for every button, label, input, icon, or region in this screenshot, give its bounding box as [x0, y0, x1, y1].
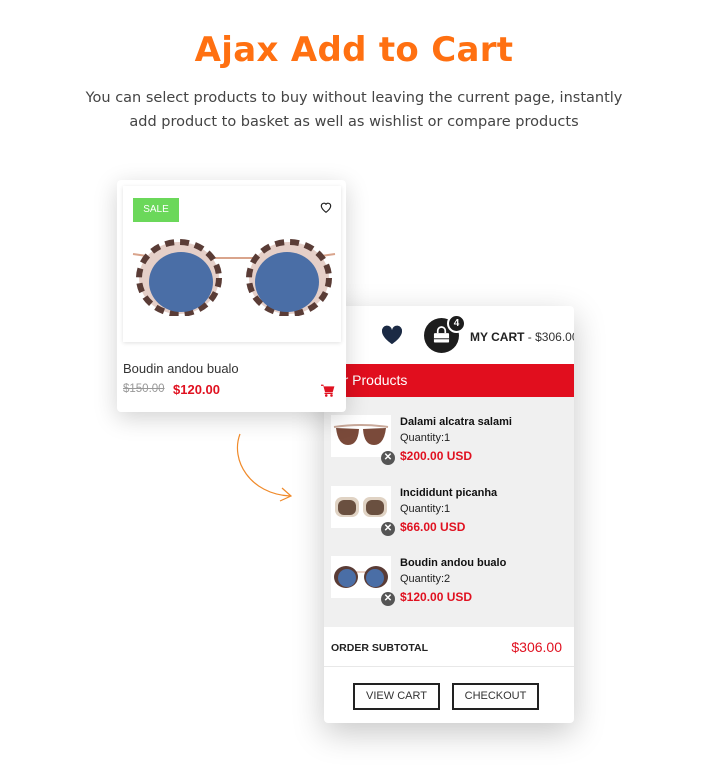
cart-item: ✕ Incididunt picanha Quantity:1 $66.00 U…: [324, 468, 574, 536]
view-cart-button[interactable]: VIEW CART: [353, 683, 440, 710]
remove-item-button[interactable]: ✕: [381, 451, 395, 465]
my-cart-amount: - $306.00: [527, 330, 574, 344]
cart-item-thumbnail[interactable]: [331, 415, 391, 457]
cart-item-name[interactable]: Incididunt picanha: [400, 487, 497, 499]
cart-item-quantity: Quantity:1: [400, 503, 451, 515]
cart-item: ✕ Dalami alcatra salami Quantity:1 $200.…: [324, 397, 574, 465]
hero-title: Ajax Add to Cart: [194, 30, 514, 70]
shopping-bag-icon: [433, 326, 450, 343]
sunglasses-image: [132, 239, 336, 316]
sale-price: $120.00: [173, 382, 220, 397]
heart-outline-icon[interactable]: [319, 200, 333, 214]
cart-icon[interactable]: [321, 384, 335, 397]
cart-item-price: $200.00 USD: [400, 449, 473, 463]
my-cart-summary[interactable]: MY CART - $306.00: [470, 330, 574, 344]
cart-section-title: Your Products: [324, 364, 574, 397]
cart-item-thumbnail[interactable]: [331, 556, 391, 598]
wishlist-heart-icon[interactable]: [381, 325, 403, 345]
product-card[interactable]: SALE Boudin andou bualo $150.00 $120.00: [117, 180, 346, 412]
remove-item-button[interactable]: ✕: [381, 522, 395, 536]
sale-badge: SALE: [133, 198, 179, 222]
sunglasses-image: [335, 497, 387, 517]
hero-subtitle-line-2: add product to basket as well as wishlis…: [129, 114, 579, 130]
cart-item: ✕ Boudin andou bualo Quantity:2 $120.00 …: [324, 538, 574, 606]
remove-item-button[interactable]: ✕: [381, 592, 395, 606]
old-price: $150.00: [123, 383, 165, 395]
cart-item-name[interactable]: Boudin andou bualo: [400, 557, 506, 569]
cart-item-price: $66.00 USD: [400, 520, 466, 534]
product-name[interactable]: Boudin andou bualo: [123, 361, 239, 376]
product-image-box[interactable]: SALE: [123, 186, 341, 342]
curved-arrow-icon: [236, 433, 293, 502]
my-cart-label: MY CART: [470, 330, 525, 344]
subtotal-value: $306.00: [511, 639, 562, 655]
cart-count-badge: 4: [447, 314, 466, 333]
cart-item-price: $120.00 USD: [400, 590, 473, 604]
cart-item-name[interactable]: Dalami alcatra salami: [400, 416, 512, 428]
hero-subtitle: You can select products to buy without l…: [80, 86, 628, 134]
subtotal-label: ORDER SUBTOTAL: [331, 642, 429, 654]
checkout-button[interactable]: CHECKOUT: [452, 683, 539, 710]
cart-item-quantity: Quantity:2: [400, 573, 451, 585]
hero-subtitle-line-1: You can select products to buy without l…: [85, 90, 623, 106]
order-subtotal-row: ORDER SUBTOTAL $306.00: [324, 627, 574, 667]
cart-item-thumbnail[interactable]: [331, 486, 391, 528]
cart-items-list: ✕ Dalami alcatra salami Quantity:1 $200.…: [324, 397, 574, 627]
sunglasses-image: [333, 424, 389, 445]
cart-item-quantity: Quantity:1: [400, 432, 451, 444]
sunglasses-image: [334, 566, 388, 588]
mini-cart-panel: 4 MY CART - $306.00 Your Products ✕ Dala…: [324, 306, 574, 723]
